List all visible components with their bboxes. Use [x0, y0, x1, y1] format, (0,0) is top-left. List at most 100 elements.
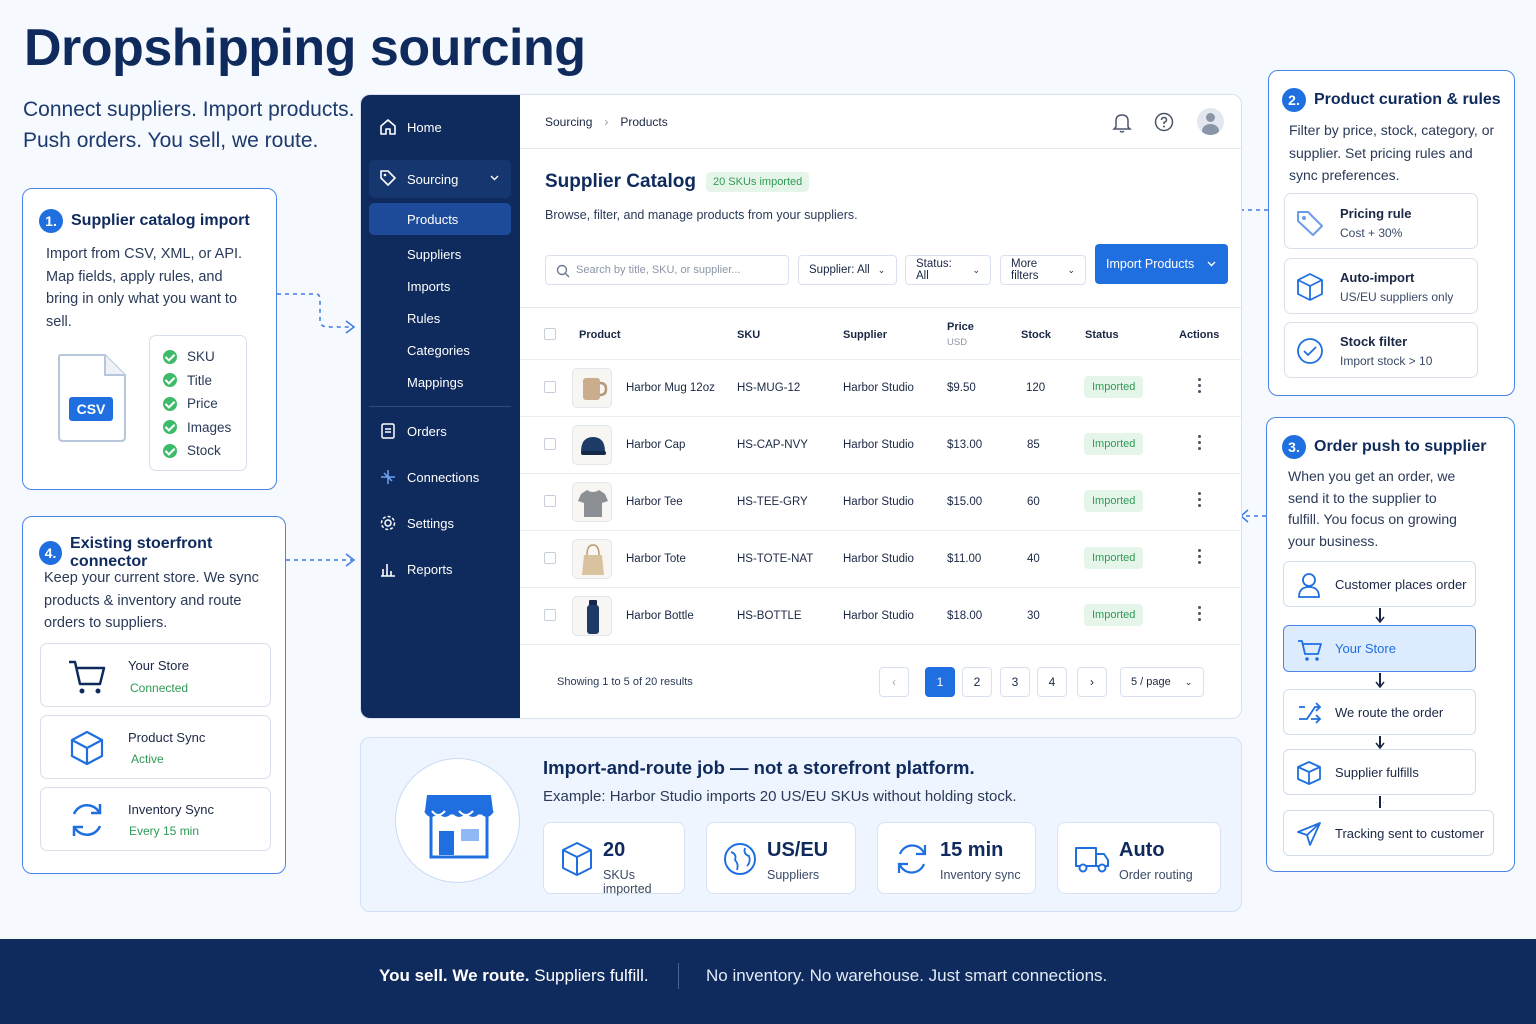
sidebar-item-suppliers[interactable]: Suppliers	[369, 238, 511, 270]
sync-icon	[72, 804, 102, 836]
table-row[interactable]: Harbor Tee HS-TEE-GRY Harbor Studio $15.…	[520, 473, 1241, 530]
box-icon	[70, 730, 104, 766]
chevron-down-icon	[1207, 261, 1216, 267]
more-actions-icon[interactable]	[1198, 378, 1202, 396]
col-supplier[interactable]: Supplier	[843, 329, 887, 341]
field-price: Price	[163, 392, 246, 416]
cart-icon	[69, 660, 106, 694]
step4-number: 4.	[39, 541, 63, 565]
sidebar-item-rules[interactable]: Rules	[369, 302, 511, 334]
search-input[interactable]: Search by title, SKU, or supplier...	[545, 255, 789, 285]
flow-tracking: Tracking sent to customer	[1283, 810, 1494, 856]
connector-product-sync[interactable]: Product Sync Active	[40, 715, 271, 779]
rule-pricing[interactable]: Pricing rule Cost + 30%	[1284, 193, 1478, 249]
page-1-button[interactable]: 1	[925, 667, 955, 697]
step1-card: 1. Supplier catalog import Import from CS…	[22, 188, 277, 490]
box-icon	[1297, 761, 1321, 785]
breadcrumb-sourcing[interactable]: Sourcing	[545, 115, 592, 129]
flow-arrowheads	[1375, 616, 1385, 803]
table-row[interactable]: Harbor Tote HS-TOTE-NAT Harbor Studio $1…	[520, 530, 1241, 587]
select-all-checkbox[interactable]	[544, 328, 556, 340]
route-icon	[1299, 702, 1322, 724]
main-panel: Sourcing › Products Supplier Catalog 20 …	[520, 95, 1241, 718]
summary-example: Example: Harbor Studio imports 20 US/EU …	[543, 788, 1017, 805]
connections-icon	[381, 470, 395, 484]
csv-file-icon: CSV	[57, 353, 127, 448]
stat-inventory-sync: 15 min Inventory sync	[877, 822, 1036, 894]
prev-page-button[interactable]: ‹	[879, 667, 909, 697]
tote-image	[572, 539, 612, 579]
col-status[interactable]: Status	[1085, 329, 1119, 341]
sidebar-item-imports[interactable]: Imports	[369, 270, 511, 302]
breadcrumb-products[interactable]: Products	[620, 115, 667, 129]
check-circle-icon	[1297, 338, 1323, 364]
box-icon	[1297, 273, 1323, 301]
stat-skus: 20 SKUs imported	[543, 822, 685, 896]
row-checkbox[interactable]	[544, 495, 556, 507]
bell-icon[interactable]	[1112, 112, 1132, 134]
page-3-button[interactable]: 3	[1000, 667, 1030, 697]
more-actions-icon[interactable]	[1198, 606, 1202, 624]
connector-inventory-sync[interactable]: Inventory Sync Every 15 min	[40, 787, 271, 851]
sidebar-item-products[interactable]: Products	[369, 203, 511, 235]
more-actions-icon[interactable]	[1198, 492, 1202, 510]
status-badge: Imported	[1084, 604, 1144, 626]
row-checkbox[interactable]	[544, 438, 556, 450]
search-icon	[556, 264, 570, 278]
sidebar-divider	[369, 406, 511, 407]
page-2-button[interactable]: 2	[962, 667, 992, 697]
avatar[interactable]	[1197, 108, 1224, 135]
step1-body: Import from CSV, XML, or API. Map fields…	[46, 246, 243, 330]
field-sku: SKU	[163, 345, 246, 369]
rule-auto-import[interactable]: Auto-import US/EU suppliers only	[1284, 258, 1478, 314]
chevron-down-icon: ⌄	[972, 264, 980, 275]
store-icon	[424, 795, 494, 859]
more-actions-icon[interactable]	[1198, 435, 1202, 453]
sidebar-item-sourcing[interactable]: Sourcing	[369, 160, 511, 198]
row-checkbox[interactable]	[544, 552, 556, 564]
globe-icon	[724, 843, 756, 875]
import-products-button[interactable]: Import Products	[1095, 244, 1228, 284]
user-icon	[1298, 573, 1320, 598]
footer-slogan: You sell. We route. Suppliers fulfill.	[379, 966, 649, 985]
col-sku[interactable]: SKU	[737, 329, 760, 341]
status-badge: Imported	[1084, 433, 1144, 455]
table-row[interactable]: Harbor Mug 12oz HS-MUG-12 Harbor Studio …	[520, 359, 1241, 416]
sidebar-item-home[interactable]: Home	[369, 109, 511, 145]
table-row[interactable]: Harbor Cap HS-CAP-NVY Harbor Studio $13.…	[520, 416, 1241, 473]
flow-customer-order: Customer places order	[1283, 561, 1476, 607]
sidebar-item-mappings[interactable]: Mappings	[369, 366, 511, 398]
table-row[interactable]: Harbor Bottle HS-BOTTLE Harbor Studio $1…	[520, 587, 1241, 644]
help-icon[interactable]	[1154, 112, 1174, 132]
app-window: Home Sourcing Products Suppliers Imports…	[360, 94, 1242, 719]
field-images: Images	[163, 416, 246, 440]
sidebar-item-orders[interactable]: Orders	[369, 413, 511, 449]
sidebar-item-connections[interactable]: Connections	[369, 459, 511, 495]
connector-your-store[interactable]: Your Store Connected	[40, 643, 271, 707]
row-checkbox[interactable]	[544, 609, 556, 621]
sidebar-item-categories[interactable]: Categories	[369, 334, 511, 366]
rule-stock-filter[interactable]: Stock filter Import stock > 10	[1284, 322, 1478, 378]
col-product[interactable]: Product	[579, 329, 621, 341]
more-actions-icon[interactable]	[1198, 549, 1202, 567]
row-checkbox[interactable]	[544, 381, 556, 393]
sidebar-item-settings[interactable]: Settings	[369, 505, 511, 541]
field-title: Title	[163, 369, 246, 393]
page-4-button[interactable]: 4	[1037, 667, 1067, 697]
tee-image	[572, 482, 612, 522]
more-filters-button[interactable]: More filters ⌄	[1000, 255, 1086, 285]
next-page-button[interactable]: ›	[1077, 667, 1107, 697]
status-filter[interactable]: Status: All ⌄	[905, 255, 991, 285]
page-size-select[interactable]: 5 / page ⌄	[1120, 667, 1204, 697]
field-stock: Stock	[163, 439, 246, 463]
step4-card: 4. Existing stoerfront connector Keep you…	[22, 516, 286, 874]
supplier-filter[interactable]: Supplier: All ⌄	[798, 255, 897, 285]
csv-label: CSV	[69, 397, 113, 421]
col-stock[interactable]: Stock	[1021, 329, 1051, 341]
chevron-down-icon: ⌄	[1067, 264, 1075, 275]
step4-title: Existing stoerfront connector	[70, 535, 213, 570]
step1-number: 1.	[39, 209, 63, 233]
stat-order-routing: Auto Order routing	[1057, 822, 1221, 894]
col-price[interactable]: Price	[947, 321, 974, 333]
sidebar-item-reports[interactable]: Reports	[369, 551, 511, 587]
